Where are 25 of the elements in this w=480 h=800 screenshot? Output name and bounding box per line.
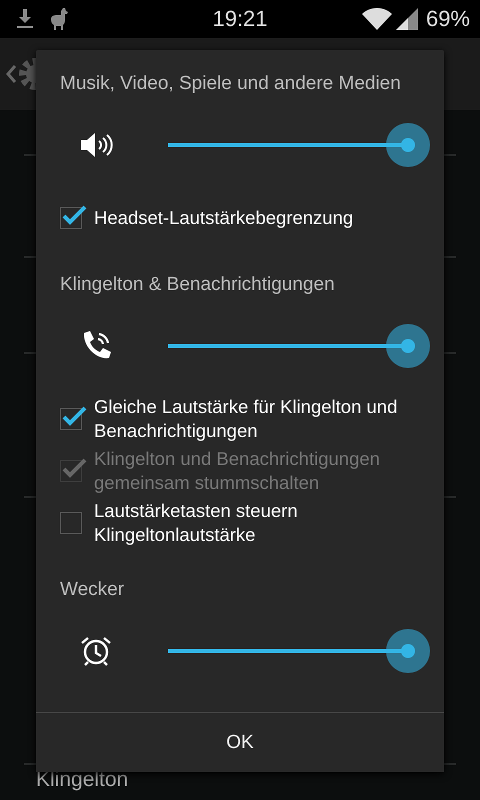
checkbox[interactable]	[60, 512, 82, 534]
checkbox-label: Headset-Lautstärkebegrenzung	[94, 206, 354, 230]
checkbox-label: Lautstärketasten steuern Klingeltonlautstärke	[94, 499, 299, 547]
checkbox-label: Gleiche Lautstärke für Klingelton und Benachrichtigungen	[94, 395, 398, 443]
slider-thumb[interactable]	[386, 629, 430, 673]
animal-icon	[48, 7, 70, 31]
section-title: Klingelton & Benachrichtigungen	[60, 273, 336, 297]
section-title: Wecker	[60, 578, 126, 602]
battery-percentage: 69%	[426, 6, 470, 32]
list-item-title: Klingelton	[36, 769, 130, 791]
back-caret-icon[interactable]	[6, 65, 16, 83]
slider-thumb[interactable]	[386, 123, 430, 167]
alarm-clock-icon	[80, 636, 112, 666]
check-mark-icon	[61, 405, 87, 427]
slider-thumb[interactable]	[386, 324, 430, 368]
checkbox-label: Klingelton und Benachrichtigungen gemeinsam stummschalten	[94, 447, 381, 495]
section-title: Musik, Video, Spiele und andere Medien	[60, 72, 402, 96]
wifi-icon	[362, 8, 392, 30]
clock-time: 19:21	[212, 6, 268, 32]
speaker-icon	[80, 132, 114, 158]
check-mark-icon	[61, 457, 87, 479]
download-icon	[16, 9, 34, 29]
signal-icon	[396, 8, 418, 30]
check-mark-icon	[61, 204, 87, 226]
ok-button[interactable]: OK	[36, 712, 444, 772]
